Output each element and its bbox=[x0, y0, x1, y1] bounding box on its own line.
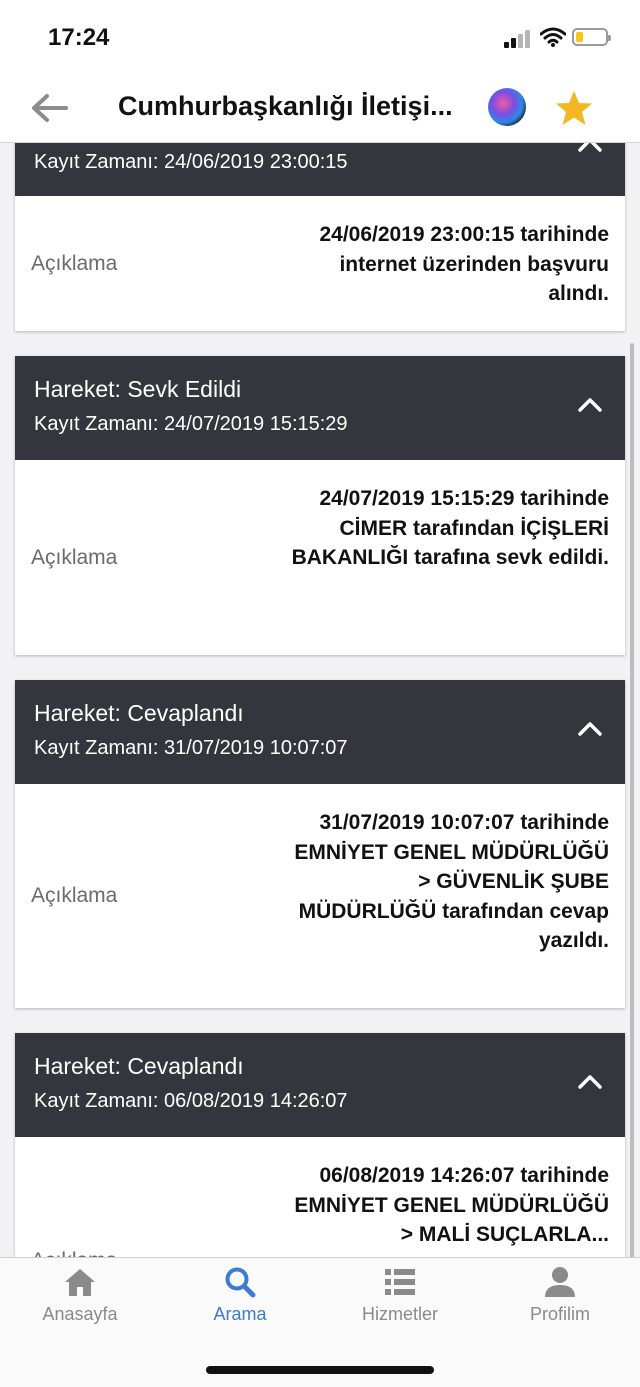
home-indicator[interactable] bbox=[206, 1366, 434, 1374]
arrow-left-icon[interactable] bbox=[30, 92, 68, 124]
record-card: Hareket: Cevaplandı Kayıt Zamanı: 06/08/… bbox=[15, 1033, 625, 1257]
battery-icon bbox=[572, 28, 611, 46]
records-list[interactable]: Kayıt Zamanı: 24/06/2019 23:00:15 Açıkla… bbox=[0, 143, 640, 1257]
record-header[interactable]: Hareket: Cevaplandı Kayıt Zamanı: 06/08/… bbox=[15, 1033, 625, 1137]
scrollbar[interactable] bbox=[630, 343, 634, 1257]
tab-arama[interactable]: Arama bbox=[160, 1266, 320, 1346]
tab-label: Anasayfa bbox=[42, 1304, 118, 1324]
record-card: Kayıt Zamanı: 24/06/2019 23:00:15 Açıkla… bbox=[15, 143, 625, 331]
tab-label: Arama bbox=[213, 1304, 267, 1324]
tab-profilim[interactable]: Profilim bbox=[480, 1266, 640, 1346]
description-text: 06/08/2019 14:26:07 tarihinde EMNİYET GE… bbox=[294, 1164, 609, 1246]
chevron-up-icon[interactable] bbox=[577, 143, 603, 153]
description-text: 24/06/2019 23:00:15 tarihinde internet ü… bbox=[319, 223, 609, 305]
record-header[interactable]: Hareket: Sevk Edildi Kayıt Zamanı: 24/07… bbox=[15, 356, 625, 460]
tab-anasayfa[interactable]: Anasayfa bbox=[0, 1266, 160, 1346]
battery-level bbox=[576, 32, 583, 42]
status-time: 17:24 bbox=[48, 24, 110, 51]
navigation-bar: Cumhurbaşkanlığı İletişi... bbox=[0, 76, 640, 143]
record-title: Hareket: Cevaplandı bbox=[34, 1053, 244, 1079]
tab-label: Hizmetler bbox=[361, 1304, 438, 1324]
record-body: Açıklama 31/07/2019 10:07:07 tarihinde E… bbox=[15, 784, 625, 1008]
record-card: Hareket: Sevk Edildi Kayıt Zamanı: 24/07… bbox=[15, 356, 625, 655]
record-header[interactable]: Kayıt Zamanı: 24/06/2019 23:00:15 bbox=[15, 143, 625, 196]
list-icon bbox=[385, 1269, 415, 1295]
page-title: Cumhurbaşkanlığı İletişi... bbox=[118, 91, 453, 121]
description-text: 31/07/2019 10:07:07 tarihinde EMNİYET GE… bbox=[294, 811, 609, 952]
description-label: Açıklama bbox=[31, 546, 118, 569]
record-time: Kayıt Zamanı: 24/06/2019 23:00:15 bbox=[34, 151, 348, 173]
search-icon bbox=[225, 1267, 256, 1298]
record-header[interactable]: Hareket: Cevaplandı Kayıt Zamanı: 31/07/… bbox=[15, 680, 625, 784]
tab-hizmetler[interactable]: Hizmetler bbox=[320, 1266, 480, 1346]
star-icon[interactable] bbox=[555, 89, 593, 127]
chevron-up-icon[interactable] bbox=[577, 1072, 603, 1090]
description-label: Açıklama bbox=[31, 1249, 117, 1257]
record-time: Kayıt Zamanı: 06/08/2019 14:26:07 bbox=[34, 1090, 348, 1112]
record-title: Hareket: Cevaplandı bbox=[34, 700, 244, 726]
record-body: Açıklama 06/08/2019 14:26:07 tarihinde E… bbox=[15, 1137, 625, 1257]
description-label: Açıklama bbox=[31, 252, 118, 275]
tab-label: Profilim bbox=[529, 1304, 590, 1324]
record-title: Hareket: Sevk Edildi bbox=[34, 376, 242, 402]
record-body: Açıklama 24/06/2019 23:00:15 tarihinde i… bbox=[15, 196, 625, 331]
description-text: 24/07/2019 15:15:29 tarihinde CİMER tara… bbox=[291, 487, 609, 569]
chevron-up-icon[interactable] bbox=[577, 719, 603, 737]
chevron-up-icon[interactable] bbox=[577, 395, 603, 413]
siri-icon[interactable] bbox=[488, 88, 526, 126]
status-bar: 17:24 bbox=[0, 0, 640, 76]
person-icon bbox=[545, 1267, 575, 1297]
wifi-icon bbox=[540, 27, 566, 47]
description-label: Açıklama bbox=[31, 884, 118, 907]
record-time: Kayıt Zamanı: 31/07/2019 10:07:07 bbox=[34, 737, 348, 759]
cellular-signal-icon bbox=[504, 30, 534, 48]
record-time: Kayıt Zamanı: 24/07/2019 15:15:29 bbox=[34, 413, 348, 435]
home-icon bbox=[65, 1269, 95, 1296]
record-body: Açıklama 24/07/2019 15:15:29 tarihinde C… bbox=[15, 460, 625, 655]
record-card: Hareket: Cevaplandı Kayıt Zamanı: 31/07/… bbox=[15, 680, 625, 1008]
